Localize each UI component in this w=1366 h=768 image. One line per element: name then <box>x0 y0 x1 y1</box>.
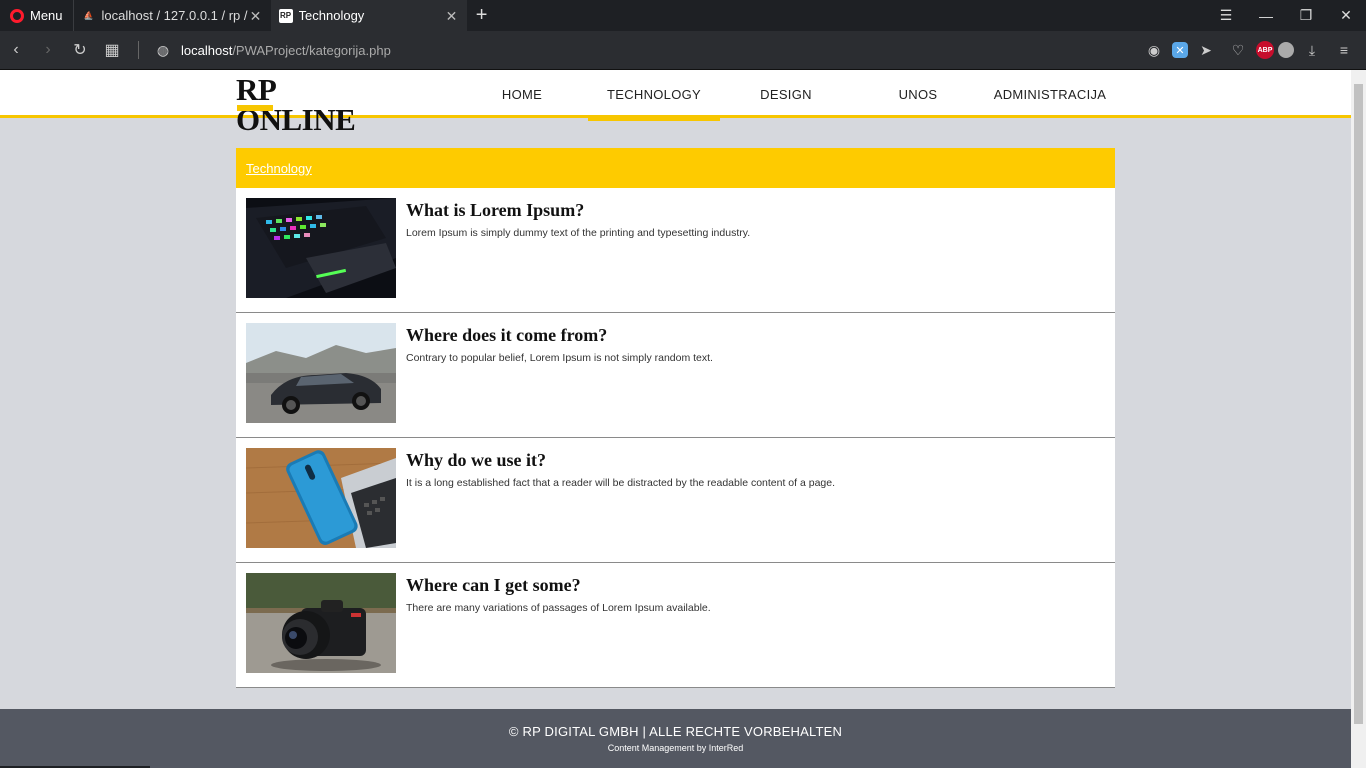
logo-accent-bar <box>237 105 273 111</box>
camera-icon[interactable]: ◉ <box>1140 36 1168 64</box>
article-item[interactable]: Where can I get some? There are many var… <box>236 563 1115 688</box>
phpmyadmin-favicon-icon: ⛵ <box>83 11 94 20</box>
heart-icon[interactable]: ♡ <box>1224 36 1252 64</box>
nav-home[interactable]: HOME <box>456 70 588 118</box>
extension-circle-icon[interactable] <box>1278 42 1294 58</box>
category-section: Technology What is Lorem Ipsum? Lorem Ip… <box>236 148 1115 688</box>
browser-tab-bar: Menu ⛵ localhost / 127.0.0.1 / rp / k ✕ … <box>0 0 1366 31</box>
site-header: RP ONLINE HOME TECHNOLOGY DESIGN UNOS AD… <box>0 70 1351 135</box>
nav-unos[interactable]: UNOS <box>852 70 984 118</box>
article-description: Lorem Ipsum is simply dummy text of the … <box>406 227 751 239</box>
forward-icon[interactable]: › <box>32 31 64 70</box>
extension-x-icon[interactable]: ✕ <box>1172 42 1188 58</box>
tab-title: localhost / 127.0.0.1 / rp / k <box>101 8 249 23</box>
tab-title: Technology <box>298 8 365 23</box>
scrollbar-thumb[interactable] <box>1354 84 1363 724</box>
opera-menu-button[interactable]: Menu <box>0 0 73 31</box>
back-icon[interactable]: ‹ <box>0 31 32 70</box>
category-header: Technology <box>236 148 1115 188</box>
rp-favicon-icon: RP <box>278 8 293 23</box>
article-title[interactable]: Why do we use it? <box>406 450 1105 471</box>
close-icon[interactable]: ✕ <box>445 9 459 23</box>
download-icon[interactable]: ⤓ <box>1298 36 1326 64</box>
article-item[interactable]: Why do we use it? It is a long establish… <box>236 438 1115 563</box>
window-controls: ☰ — ❐ ✕ <box>1206 0 1366 31</box>
article-description: There are many variations of passages of… <box>406 602 711 614</box>
close-window-icon[interactable]: ✕ <box>1326 0 1366 31</box>
article-title[interactable]: Where can I get some? <box>406 575 1105 596</box>
tab-technology[interactable]: RP Technology ✕ <box>270 0 467 31</box>
nav-technology[interactable]: TECHNOLOGY <box>588 70 720 121</box>
article-title[interactable]: Where does it come from? <box>406 325 1105 346</box>
footer-cms-credit: Content Management by InterRed <box>607 743 744 753</box>
nav-administracija[interactable]: ADMINISTRACIJA <box>984 70 1116 118</box>
article-image-camera[interactable] <box>246 573 396 673</box>
tab-menu-icon[interactable]: ☰ <box>1206 0 1246 31</box>
site-logo[interactable]: RP ONLINE <box>236 74 388 135</box>
article-description: Contrary to popular belief, Lorem Ipsum … <box>406 352 713 364</box>
speed-dial-icon[interactable]: ▦ <box>96 31 128 70</box>
send-icon[interactable]: ➤ <box>1192 36 1220 64</box>
article-text: Where can I get some? There are many var… <box>406 575 1105 614</box>
article-description: It is a long established fact that a rea… <box>406 477 836 489</box>
tab-phpmyadmin[interactable]: ⛵ localhost / 127.0.0.1 / rp / k ✕ <box>72 0 271 31</box>
main-nav: HOME TECHNOLOGY DESIGN UNOS ADMINISTRACI… <box>456 70 1116 121</box>
new-tab-button[interactable]: + <box>467 0 497 31</box>
url-host: localhost <box>181 42 233 58</box>
url-path: /PWAProject/kategorija.php <box>232 42 391 58</box>
nav-design[interactable]: DESIGN <box>720 70 852 118</box>
site-footer: © RP DIGITAL GMBH | ALLE RECHTE VORBEHAL… <box>0 709 1351 768</box>
article-item[interactable]: What is Lorem Ipsum? Lorem Ipsum is simp… <box>236 188 1115 313</box>
article-image-car[interactable] <box>246 323 396 423</box>
restore-icon[interactable]: ❐ <box>1286 0 1326 31</box>
easy-setup-icon[interactable]: ≡ <box>1330 36 1358 64</box>
toolbar-right: ◉ ✕ ➤ ♡ ABP ⤓ ≡ <box>1140 36 1366 64</box>
close-icon[interactable]: ✕ <box>249 9 263 23</box>
menu-label: Menu <box>30 8 63 23</box>
minimize-icon[interactable]: — <box>1246 0 1286 31</box>
footer-copyright: © RP DIGITAL GMBH | ALLE RECHTE VORBEHAL… <box>508 724 843 739</box>
page-scrollbar[interactable] <box>1351 70 1366 768</box>
globe-icon: ◍ <box>156 41 170 58</box>
reload-icon[interactable]: ↻ <box>64 31 96 70</box>
article-image-laptop[interactable] <box>246 198 396 298</box>
url-field[interactable]: localhost/PWAProject/kategorija.php <box>181 43 1140 58</box>
address-bar: ‹ › ↻ ▦ ◍ localhost/PWAProject/kategorij… <box>0 31 1366 70</box>
category-title-link[interactable]: Technology <box>246 161 312 176</box>
article-title[interactable]: What is Lorem Ipsum? <box>406 200 1105 221</box>
article-text: Why do we use it? It is a long establish… <box>406 450 1105 489</box>
divider <box>138 41 139 59</box>
adblock-icon[interactable]: ABP <box>1256 41 1274 59</box>
opera-logo-icon <box>10 8 24 23</box>
article-text: What is Lorem Ipsum? Lorem Ipsum is simp… <box>406 200 1105 239</box>
page-viewport: RP ONLINE HOME TECHNOLOGY DESIGN UNOS AD… <box>0 70 1351 768</box>
article-item[interactable]: Where does it come from? Contrary to pop… <box>236 313 1115 438</box>
article-image-smartphone[interactable] <box>246 448 396 548</box>
article-text: Where does it come from? Contrary to pop… <box>406 325 1105 364</box>
